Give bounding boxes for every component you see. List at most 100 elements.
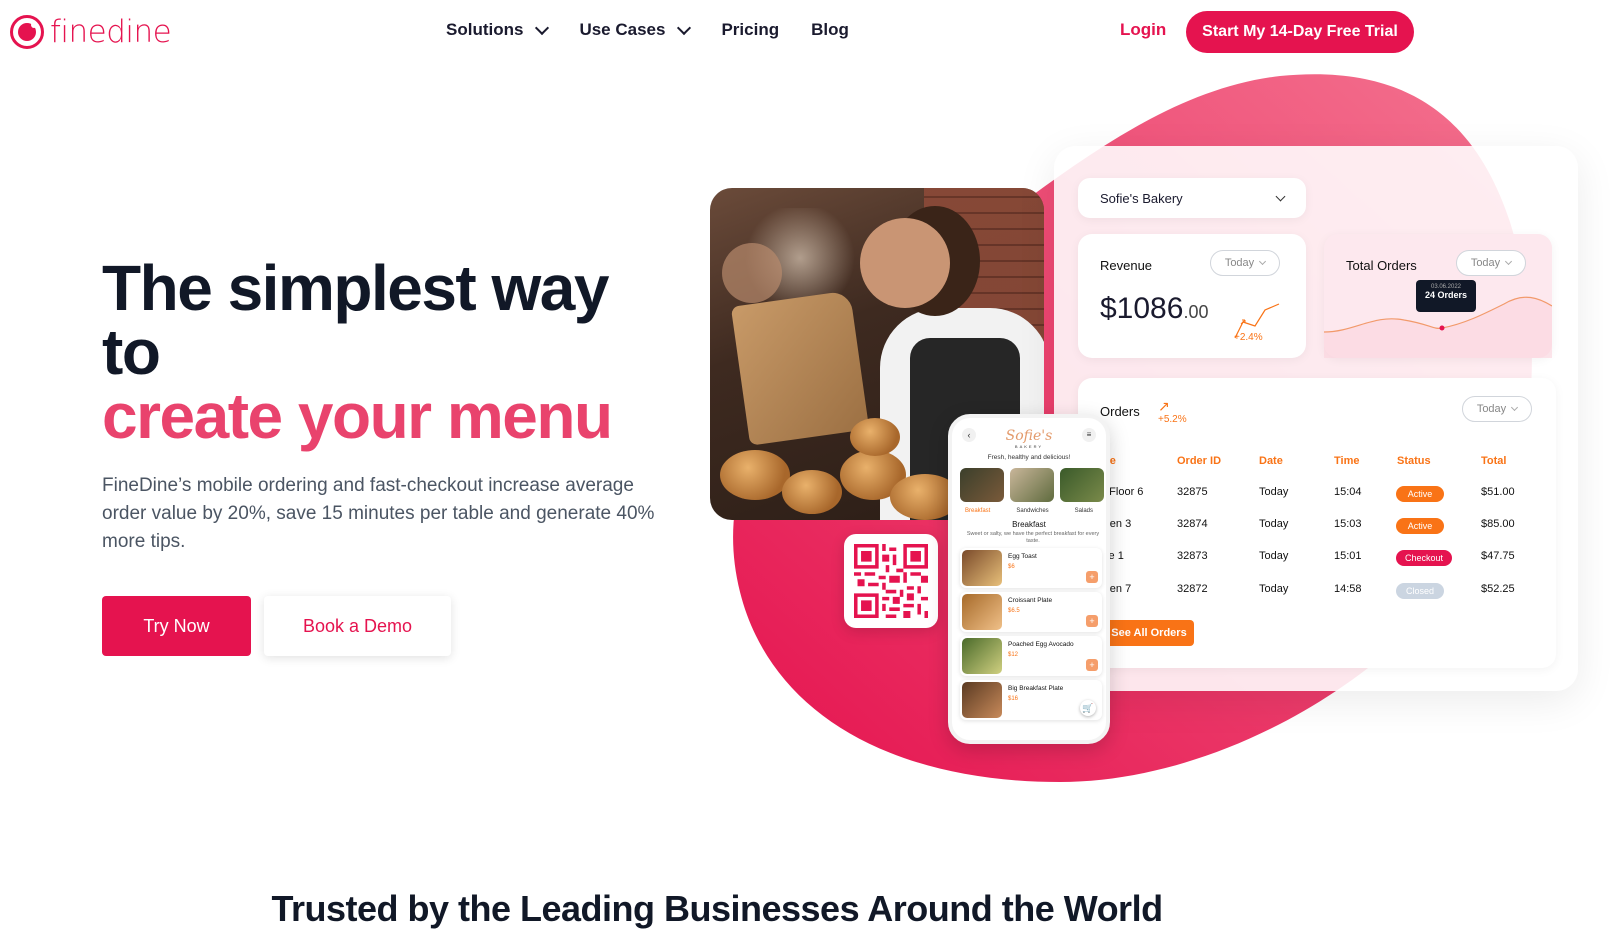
filter-label: Today <box>1224 257 1255 269</box>
menu-item-price: $16 <box>1008 696 1019 702</box>
phone-tagline: Fresh, healthy and delicious! <box>987 454 1071 461</box>
cell-total: $52.25 <box>1481 583 1515 595</box>
phone-section-desc: Sweet or salty, we have the perfect brea… <box>966 531 1100 544</box>
chevron-down-icon <box>677 20 692 35</box>
filter-label: Today <box>1476 403 1507 415</box>
main-menu: Solutions Use Cases Pricing Blog <box>446 20 849 40</box>
tooltip-value: 24 Orders <box>1424 290 1468 300</box>
tab-sandwiches[interactable]: Sandwiches <box>1016 508 1048 514</box>
orders-filter[interactable]: Today <box>1456 250 1526 276</box>
nav-item-blog[interactable]: Blog <box>811 20 849 40</box>
category-image-breakfast[interactable] <box>960 468 1004 502</box>
col-header-time: Time <box>1334 455 1360 467</box>
orders-table-filter[interactable]: Today <box>1462 396 1532 422</box>
filter-label: Today <box>1470 257 1501 269</box>
top-nav: finedine Solutions Use Cases Pricing Blo… <box>0 0 1613 64</box>
headline-accent: create your menu <box>102 380 613 452</box>
barista-face <box>860 218 950 308</box>
nav-label: Use Cases <box>579 20 666 39</box>
revenue-value: $1086.00 <box>1100 292 1208 326</box>
see-all-orders-button[interactable]: See All Orders <box>1104 620 1194 646</box>
menu-icon[interactable]: ≡ <box>1082 428 1096 442</box>
col-header-order-id: Order ID <box>1177 455 1222 467</box>
tooltip-date: 03.06.2022 <box>1430 284 1462 290</box>
menu-item-name: Poached Egg Avocado <box>1008 641 1074 648</box>
cell-date: Today <box>1259 486 1289 498</box>
status-badge: Active <box>1396 486 1444 502</box>
try-now-button[interactable]: Try Now <box>102 596 251 656</box>
pastry <box>850 418 900 456</box>
menu-item-price: $6 <box>1008 564 1015 570</box>
menu-item[interactable]: Egg Toast $6 + <box>960 548 1102 588</box>
menu-item-image <box>962 682 1002 718</box>
chevron-down-icon <box>1511 403 1519 412</box>
nav-label: Pricing <box>721 20 780 39</box>
dashboard-panel: Sofie's Bakery Revenue Today $1086.00 +2… <box>1054 146 1578 691</box>
cell-time: 14:58 <box>1334 583 1362 595</box>
category-image-salads[interactable] <box>1060 468 1104 502</box>
total-orders-card: Total Orders Today 03.06.2022 24 Orders <box>1324 234 1552 358</box>
nav-item-pricing[interactable]: Pricing <box>721 20 779 40</box>
cell-date: Today <box>1259 518 1289 530</box>
add-icon[interactable]: + <box>1086 615 1098 627</box>
chevron-down-icon <box>1275 191 1286 201</box>
cell-order-id: 32872 <box>1177 583 1208 595</box>
menu-item-image <box>962 594 1002 630</box>
cell-total: $51.00 <box>1481 486 1515 498</box>
menu-item[interactable]: Croissant Plate $6.5 + <box>960 592 1102 632</box>
paper-bag <box>730 290 870 446</box>
tab-breakfast[interactable]: Breakfast <box>965 508 990 514</box>
total-orders-title: Total Orders <box>1346 258 1417 273</box>
menu-item-name: Big Breakfast Plate <box>1008 685 1064 692</box>
start-trial-button[interactable]: Start My 14-Day Free Trial <box>1186 11 1414 53</box>
phone-brand-sub: BAKERY <box>1014 444 1044 449</box>
logo[interactable]: finedine <box>10 14 172 50</box>
revenue-change: +2.4% <box>1234 332 1263 343</box>
orders-change: +5.2% <box>1158 414 1187 425</box>
cart-icon[interactable]: 🛒 <box>1080 700 1096 716</box>
headline-line-1: The simplest way to <box>102 252 609 388</box>
category-image-sandwiches[interactable] <box>1010 468 1054 502</box>
menu-item-image <box>962 550 1002 586</box>
menu-item[interactable]: Big Breakfast Plate $16 🛒 <box>960 680 1102 720</box>
login-link[interactable]: Login <box>1120 20 1166 40</box>
cell-date: Today <box>1259 583 1289 595</box>
hero-subtext: FineDine’s mobile ordering and fast-chec… <box>102 475 655 552</box>
restaurant-select[interactable]: Sofie's Bakery <box>1078 178 1306 218</box>
pastry <box>720 450 790 500</box>
col-header-status: Status <box>1397 455 1431 467</box>
cell-order-id: 32873 <box>1177 550 1208 562</box>
book-demo-button[interactable]: Book a Demo <box>264 596 451 656</box>
chevron-down-icon <box>535 20 550 35</box>
chevron-down-icon <box>1505 257 1513 266</box>
nav-item-use-cases[interactable]: Use Cases <box>579 20 692 40</box>
cell-total: $47.75 <box>1481 550 1515 562</box>
phone-tabs: Breakfast Sandwiches Salads <box>952 508 1106 514</box>
add-icon[interactable]: + <box>1086 659 1098 671</box>
status-badge: Closed <box>1396 583 1444 599</box>
pastry <box>782 470 842 514</box>
background-person <box>722 243 782 303</box>
menu-item-image <box>962 638 1002 674</box>
restaurant-select-value: Sofie's Bakery <box>1100 190 1183 206</box>
logo-icon <box>10 15 44 49</box>
revenue-filter[interactable]: Today <box>1210 250 1280 276</box>
phone-section-title: Breakfast <box>1012 520 1046 529</box>
cell-time: 15:01 <box>1334 550 1362 562</box>
nav-label: Blog <box>811 20 849 39</box>
cell-time: 15:03 <box>1334 518 1362 530</box>
cell-order-id: 32874 <box>1177 518 1208 530</box>
nav-item-solutions[interactable]: Solutions <box>446 20 550 40</box>
menu-item[interactable]: Poached Egg Avocado $12 + <box>960 636 1102 676</box>
trusted-heading: Trusted by the Leading Businesses Around… <box>271 888 1163 929</box>
cell-date: Today <box>1259 550 1289 562</box>
menu-item-name: Croissant Plate <box>1008 597 1053 604</box>
chevron-down-icon <box>1259 257 1267 266</box>
add-icon[interactable]: + <box>1086 571 1098 583</box>
cell-time: 15:04 <box>1334 486 1362 498</box>
hero-headline: The simplest way to create your menu <box>102 256 662 448</box>
status-badge: Active <box>1396 518 1444 534</box>
revenue-main: $1086 <box>1100 292 1184 325</box>
tab-salads[interactable]: Salads <box>1075 508 1093 514</box>
menu-item-name: Egg Toast <box>1008 553 1037 560</box>
